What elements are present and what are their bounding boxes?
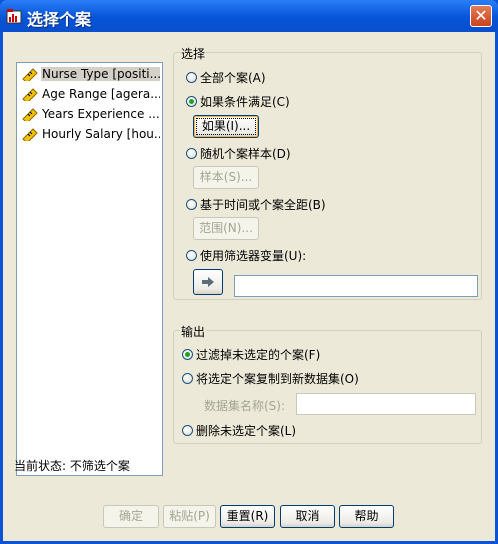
- dialog-window: 选择个案 ✕ Nurse Type [positi... Age Range […: [0, 0, 498, 544]
- random-sample-radio[interactable]: [186, 148, 197, 159]
- variable-item-age-range[interactable]: Age Range [agera...: [19, 85, 160, 104]
- sample-button[interactable]: 样本(S)...: [193, 166, 259, 189]
- filter-out-label: 过滤掉未选定的个案(F): [196, 348, 321, 362]
- filter-variable-field[interactable]: [234, 275, 478, 297]
- delete-unselected-radio[interactable]: [182, 425, 193, 436]
- all-cases-label: 全部个案(A): [200, 71, 266, 85]
- spss-app-icon: [6, 9, 22, 24]
- dataset-name-label: 数据集名称(S):: [204, 399, 286, 413]
- move-variable-button[interactable]: [193, 269, 223, 295]
- all-cases-radio[interactable]: [186, 72, 197, 83]
- filter-out-radio[interactable]: [182, 349, 193, 360]
- if-button[interactable]: 如果(I)...: [193, 115, 259, 138]
- status-text: 当前状态: 不筛选个案: [14, 459, 130, 473]
- copy-to-new-radio[interactable]: [182, 373, 193, 384]
- variable-label: Hourly Salary [hou...: [42, 127, 160, 141]
- ok-button[interactable]: 确定: [103, 505, 159, 528]
- help-button[interactable]: 帮助: [339, 505, 394, 528]
- dialog-body: Nurse Type [positi... Age Range [agera..…: [3, 32, 495, 541]
- if-condition-label: 如果条件满足(C): [200, 95, 290, 109]
- variable-label: Years Experience ...: [42, 107, 160, 121]
- delete-unselected-label: 删除未选定个案(L): [196, 424, 297, 438]
- variable-item-years-experience[interactable]: Years Experience ...: [19, 105, 160, 124]
- variable-list[interactable]: Nurse Type [positi... Age Range [agera..…: [16, 62, 163, 476]
- reset-button[interactable]: 重置(R): [220, 505, 275, 528]
- arrow-right-icon: [202, 277, 214, 287]
- scale-variable-icon: [22, 88, 38, 101]
- variable-item-nurse-type[interactable]: Nurse Type [positi...: [19, 65, 160, 84]
- variable-label: Nurse Type [positi...: [41, 67, 160, 81]
- copy-to-new-label: 将选定个案复制到新数据集(O): [196, 372, 359, 386]
- filter-variable-label: 使用筛选器变量(U):: [200, 249, 307, 263]
- variable-label: Age Range [agera...: [42, 87, 160, 101]
- scale-variable-icon: [22, 68, 38, 81]
- output-group: 输出 过滤掉未选定的个案(F) 将选定个案复制到新数据集(O) 数据集名称(S)…: [173, 323, 482, 444]
- variable-item-hourly-salary[interactable]: Hourly Salary [hou...: [19, 125, 160, 144]
- paste-button[interactable]: 粘贴(P): [163, 505, 216, 528]
- range-button[interactable]: 范围(N)...: [193, 217, 259, 240]
- title-bar[interactable]: 选择个案 ✕: [0, 0, 498, 32]
- time-range-label: 基于时间或个案全距(B): [200, 198, 326, 212]
- filter-variable-radio[interactable]: [186, 250, 197, 261]
- window-title: 选择个案: [27, 10, 92, 29]
- select-group-title: 选择: [180, 45, 207, 62]
- select-group: 选择 全部个案(A) 如果条件满足(C) 如果(I)... 随机个案样本(D) …: [173, 45, 482, 300]
- dataset-name-field[interactable]: [296, 393, 476, 415]
- random-sample-label: 随机个案样本(D): [200, 147, 291, 161]
- time-range-radio[interactable]: [186, 199, 197, 210]
- scale-variable-icon: [22, 108, 38, 121]
- output-group-title: 输出: [180, 323, 207, 340]
- close-button[interactable]: ✕: [470, 5, 492, 27]
- if-condition-radio[interactable]: [186, 96, 197, 107]
- cancel-button[interactable]: 取消: [280, 505, 335, 528]
- scale-variable-icon: [22, 128, 38, 141]
